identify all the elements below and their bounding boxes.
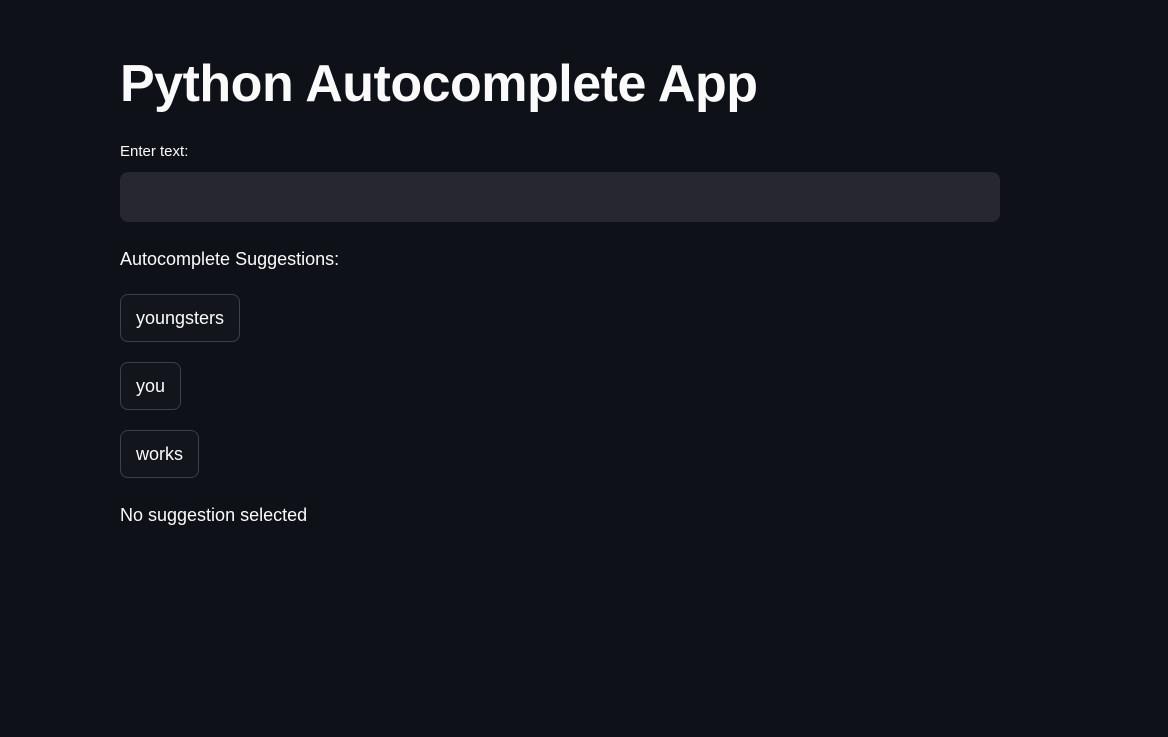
suggestions-heading: Autocomplete Suggestions: [120,249,340,269]
text-input[interactable] [120,172,1000,222]
selection-status-text: No suggestion selected [120,505,308,525]
page-title: Python Autocomplete App [120,55,758,113]
suggestion-button-works[interactable]: works [120,430,200,478]
text-input-label: Enter text: [120,143,189,160]
suggestion-button-youngsters[interactable]: youngsters [120,294,241,342]
suggestion-button-you[interactable]: you [120,362,182,410]
